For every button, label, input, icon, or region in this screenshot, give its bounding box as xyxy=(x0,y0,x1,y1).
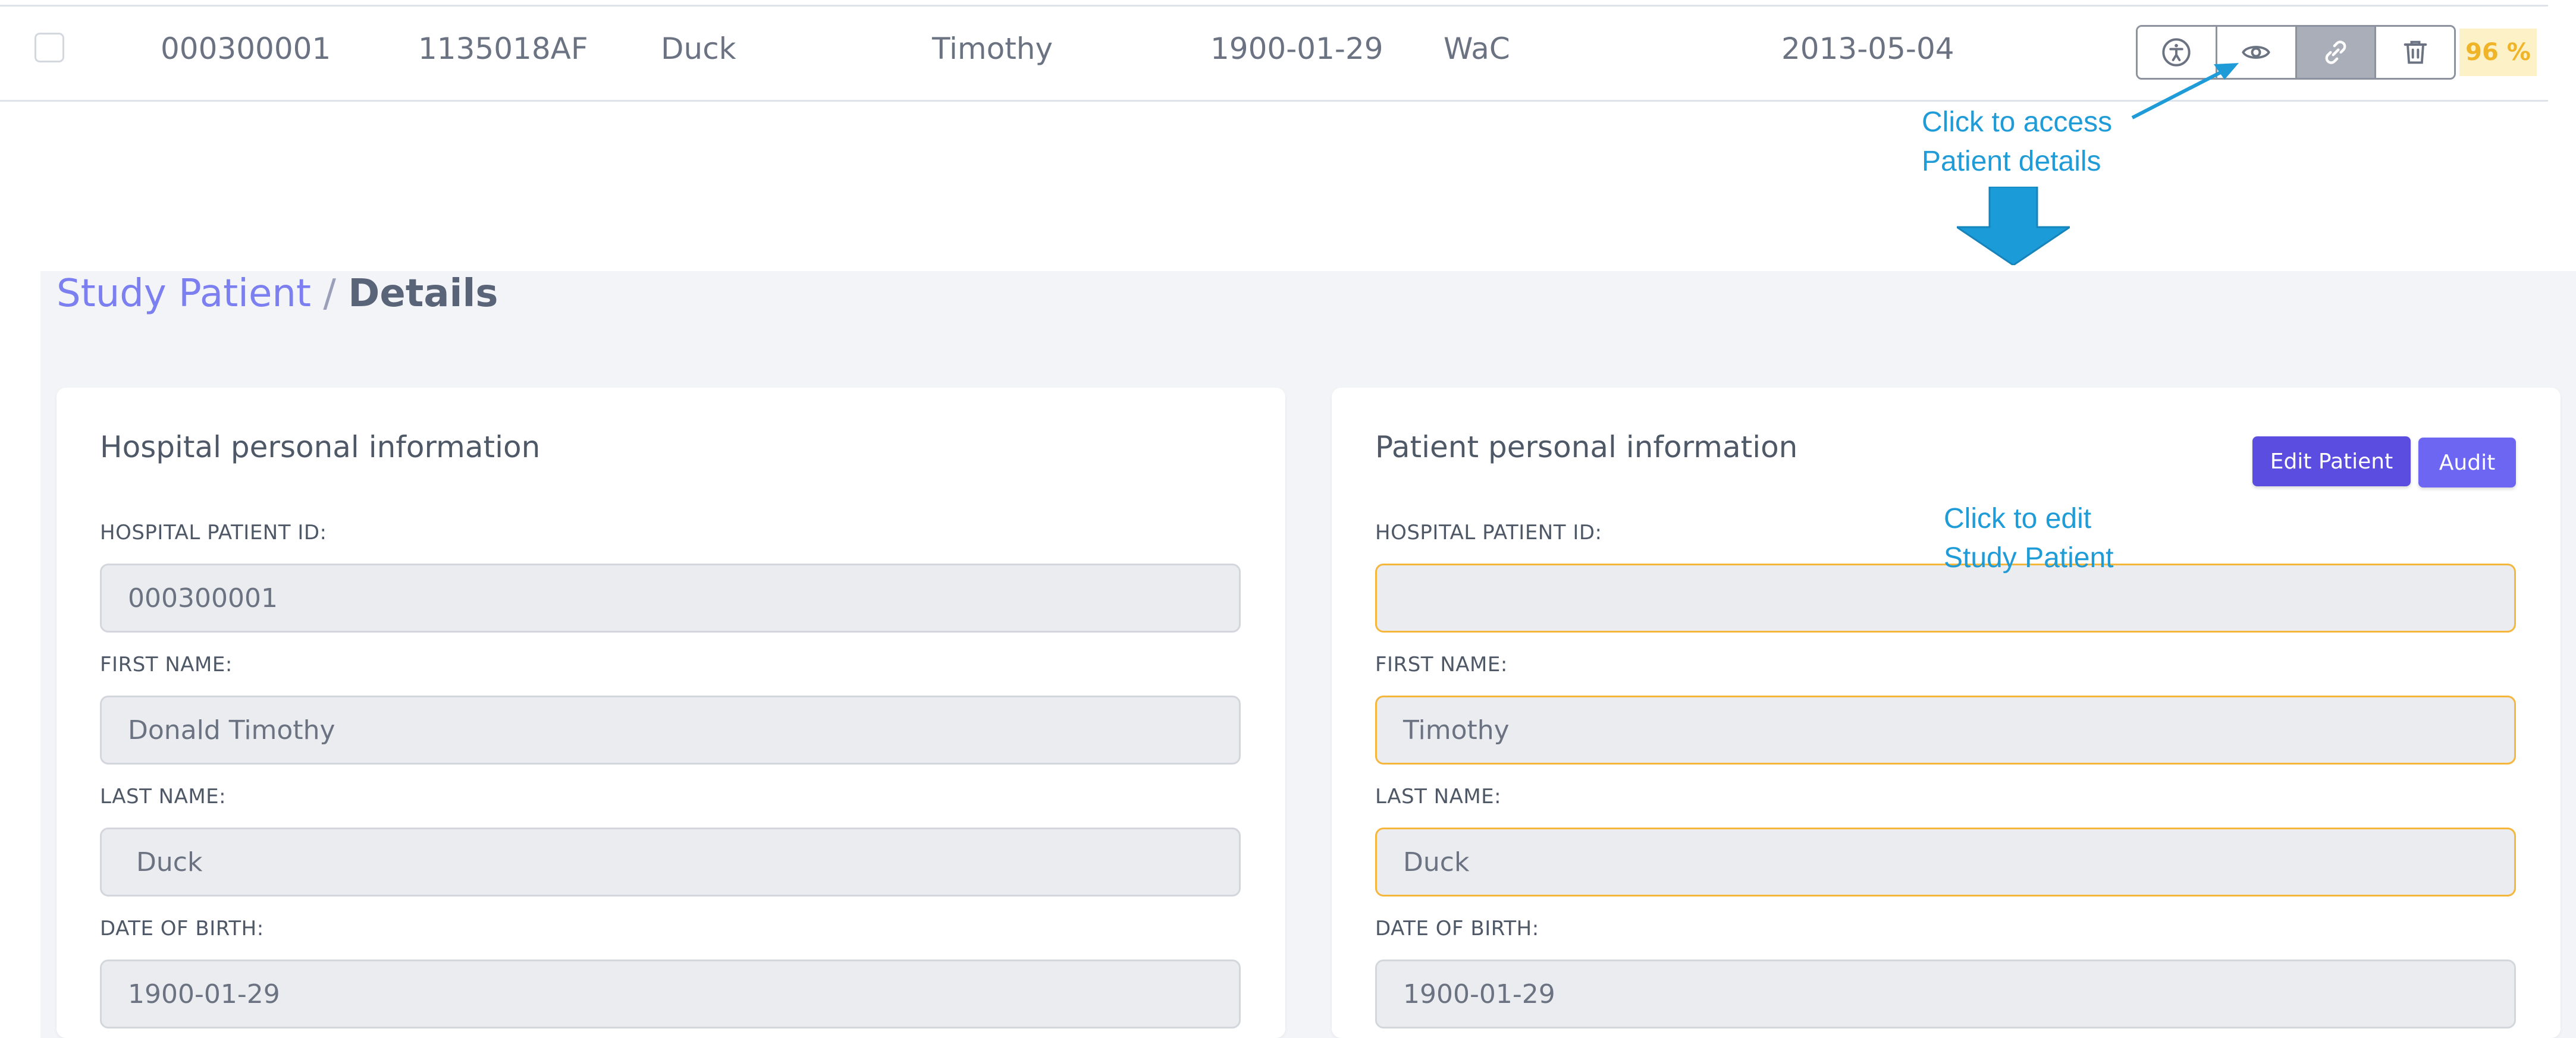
first-name-label: FIRST NAME: xyxy=(1375,653,1508,677)
cell-date-of-birth: 1900-01-29 xyxy=(1210,32,1383,66)
edit-patient-button[interactable]: Edit Patient xyxy=(2252,436,2411,486)
dob-field[interactable]: 1900-01-29 xyxy=(100,960,1241,1028)
row-action-group xyxy=(2136,25,2456,80)
hospital-id-label: HOSPITAL PATIENT ID: xyxy=(100,521,327,545)
dob-field[interactable]: 1900-01-29 xyxy=(1375,960,2516,1028)
breadcrumb-separator: / xyxy=(323,272,336,316)
annotation-edit-line1: Click to edit xyxy=(1944,503,2092,534)
accessibility-button[interactable] xyxy=(2138,27,2217,78)
cell-site: WaC xyxy=(1444,32,1510,66)
first-name-field[interactable]: Donald Timothy xyxy=(100,696,1241,765)
last-name-label: LAST NAME: xyxy=(1375,785,1502,809)
cell-study-id: 1135018AF xyxy=(418,32,588,66)
annotation-edit-line2: Study Patient xyxy=(1944,542,2114,574)
card-title: Hospital personal information xyxy=(100,430,541,464)
down-arrow-icon xyxy=(1957,187,2070,265)
hospital-info-card: Hospital personal information HOSPITAL P… xyxy=(57,388,1285,1038)
annotation-access-line2: Patient details xyxy=(1922,146,2101,177)
breadcrumb: Study Patient / Details xyxy=(57,269,498,319)
score-badge: 96 % xyxy=(2459,29,2537,76)
card-title: Patient personal information xyxy=(1375,430,1798,464)
trash-icon xyxy=(2404,40,2427,64)
last-name-field[interactable]: Duck xyxy=(100,828,1241,897)
hospital-id-field[interactable]: 000300001 xyxy=(100,564,1241,633)
dob-label: DATE OF BIRTH: xyxy=(100,917,264,941)
delete-button[interactable] xyxy=(2376,27,2454,78)
audit-button[interactable]: Audit xyxy=(2418,438,2516,487)
cell-hospital-patient-id: 000300001 xyxy=(161,32,331,66)
last-name-field[interactable]: Duck xyxy=(1375,828,2516,897)
last-name-label: LAST NAME: xyxy=(100,785,227,809)
dob-label: DATE OF BIRTH: xyxy=(1375,917,1539,941)
hospital-id-label: HOSPITAL PATIENT ID: xyxy=(1375,521,1602,545)
breadcrumb-parent-link[interactable]: Study Patient xyxy=(57,272,311,316)
eye-icon xyxy=(2242,46,2271,59)
link-icon xyxy=(2325,40,2346,64)
first-name-field[interactable]: Timothy xyxy=(1375,696,2516,765)
table-row-bottom-border xyxy=(0,100,2548,102)
annotation-access-line1: Click to access xyxy=(1922,106,2113,138)
cell-first-name: Timothy xyxy=(932,32,1053,66)
accessibility-icon xyxy=(2162,38,2191,67)
link-button[interactable] xyxy=(2296,27,2377,78)
first-name-label: FIRST NAME: xyxy=(100,653,233,677)
table-row-top-border xyxy=(0,5,2548,7)
row-select-checkbox[interactable] xyxy=(34,33,64,62)
cell-date: 2013-05-04 xyxy=(1781,32,1954,66)
cell-last-name: Duck xyxy=(661,32,736,66)
breadcrumb-current: Details xyxy=(348,272,498,316)
view-details-button[interactable] xyxy=(2217,27,2297,78)
